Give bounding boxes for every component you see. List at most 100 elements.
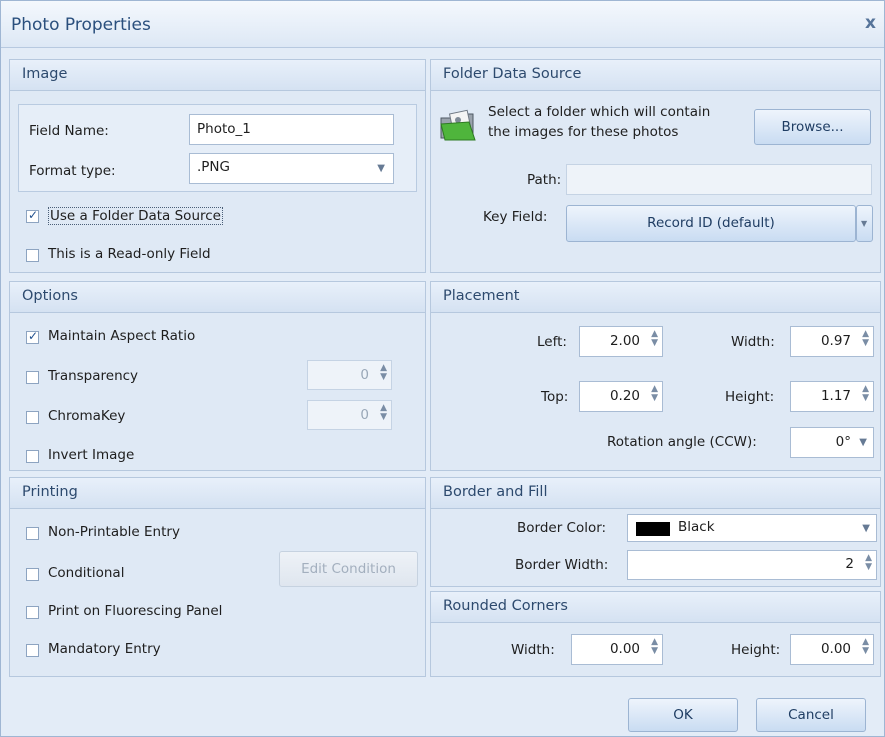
width-spinner[interactable]: 0.97 ▲ ▼ [790,326,874,357]
dialog-title: Photo Properties [11,15,151,35]
field-name-input[interactable]: Photo_1 [189,114,394,145]
maintain-aspect-checkbox[interactable] [26,329,39,344]
image-panel: Image Field Name: Photo_1 Format type: .… [9,59,426,273]
chevron-down-icon: ▼ [862,523,870,534]
invert-image-checkbox[interactable] [26,450,39,463]
transparency-checkbox[interactable] [26,371,39,384]
key-field-dropdown[interactable]: Record ID (default) [566,205,856,242]
folder-data-source-panel: Folder Data Source Select a folder which… [430,59,881,273]
format-type-select[interactable]: .PNG ▼ [189,153,394,184]
maintain-aspect-label: Maintain Aspect Ratio [48,328,196,344]
border-width-label: Border Width: [515,557,609,573]
spin-arrows-icon: ▲ ▼ [862,329,869,348]
left-value: 2.00 [609,333,640,349]
mandatory-label: Mandatory Entry [48,641,161,657]
rotation-select[interactable]: 0° ▼ [790,427,874,458]
mandatory-checkbox[interactable] [26,644,39,657]
options-panel-header: Options [10,282,425,313]
title-bar: Photo Properties x [1,1,884,48]
left-spinner[interactable]: 2.00 ▲ ▼ [579,326,663,357]
border-width-spinner[interactable]: 2 ▲ ▼ [627,550,877,580]
conditional-label: Conditional [48,565,125,581]
options-header: Options [22,288,78,304]
spin-arrows-icon: ▲ ▼ [862,384,869,403]
ok-button[interactable]: OK [628,698,738,732]
spin-arrows-icon: ▲ ▼ [865,553,872,572]
corners-header: Rounded Corners [443,598,568,614]
use-folder-label: Use a Folder Data Source [48,207,223,225]
image-fields-group: Field Name: Photo_1 Format type: .PNG ▼ [18,104,417,192]
folder-description-line1: Select a folder which will contain [488,104,711,120]
top-label: Top: [541,389,569,405]
field-name-label: Field Name: [29,123,109,139]
transparency-value: 0 [360,367,369,383]
use-folder-checkbox[interactable] [26,208,39,223]
fluorescing-checkbox[interactable] [26,606,39,619]
invert-image-label: Invert Image [48,447,135,463]
left-label: Left: [537,334,567,350]
width-label: Width: [731,334,775,350]
readonly-label: This is a Read-only Field [48,246,211,262]
chromakey-spinner[interactable]: 0 ▲ ▼ [307,400,392,430]
close-icon[interactable]: x [865,13,876,33]
chromakey-checkbox[interactable] [26,411,39,424]
path-label: Path: [527,172,562,188]
spin-arrows-icon: ▲ ▼ [380,403,387,422]
spin-arrows-icon: ▲ ▼ [651,637,658,656]
folder-photo-icon [439,108,479,144]
border-width-value: 2 [845,556,854,572]
height-value: 1.17 [820,388,851,404]
height-spinner[interactable]: 1.17 ▲ ▼ [790,381,874,412]
folder-panel-header: Folder Data Source [431,60,880,91]
readonly-checkbox[interactable] [26,249,39,262]
options-panel: Options Maintain Aspect Ratio Transparen… [9,281,426,471]
non-printable-checkbox[interactable] [26,527,39,540]
chevron-down-icon: ▼ [377,163,385,174]
corner-width-spinner[interactable]: 0.00 ▲ ▼ [571,634,663,665]
format-type-label: Format type: [29,163,116,179]
format-type-value: .PNG [197,159,230,175]
folder-header: Folder Data Source [443,66,582,82]
fluorescing-label: Print on Fluorescing Panel [48,603,223,619]
non-printable-label: Non-Printable Entry [48,524,180,540]
photo-properties-dialog: Photo Properties x Image Field Name: Pho… [0,0,885,737]
border-color-label: Border Color: [517,520,607,536]
printing-panel: Printing Non-Printable Entry Conditional… [9,477,426,677]
corner-width-label: Width: [511,642,555,658]
key-field-label: Key Field: [483,209,548,225]
placement-panel-header: Placement [431,282,880,313]
width-value: 0.97 [820,333,851,349]
corner-height-spinner[interactable]: 0.00 ▲ ▼ [790,634,874,665]
border-color-select[interactable]: Black ▼ [627,514,877,542]
color-swatch [636,522,670,536]
image-header: Image [22,66,68,82]
chromakey-value: 0 [360,407,369,423]
edit-condition-button[interactable]: Edit Condition [279,551,418,587]
spin-arrows-icon: ▲ ▼ [380,363,387,382]
transparency-spinner[interactable]: 0 ▲ ▼ [307,360,392,390]
chromakey-label: ChromaKey [48,408,126,424]
key-field-value: Record ID (default) [647,215,775,231]
browse-button[interactable]: Browse... [754,109,871,145]
border-header: Border and Fill [443,484,548,500]
placement-header: Placement [443,288,520,304]
corner-width-value: 0.00 [609,641,640,657]
border-color-value: Black [678,519,715,535]
top-value: 0.20 [609,388,640,404]
corner-height-value: 0.00 [820,641,851,657]
conditional-checkbox[interactable] [26,568,39,581]
spin-arrows-icon: ▲ ▼ [862,637,869,656]
path-input[interactable] [566,164,872,195]
key-field-dropdown-arrow[interactable]: ▼ [856,205,873,242]
field-name-value: Photo_1 [197,121,251,137]
spin-arrows-icon: ▲ ▼ [651,329,658,348]
placement-panel: Placement Left: 2.00 ▲ ▼ Width: 0.97 ▲ ▼ T… [430,281,881,471]
top-spinner[interactable]: 0.20 ▲ ▼ [579,381,663,412]
image-panel-header: Image [10,60,425,91]
corners-panel-header: Rounded Corners [431,592,880,623]
folder-description-line2: the images for these photos [488,124,679,140]
border-panel-header: Border and Fill [431,478,880,509]
rotation-value: 0° [835,434,851,450]
cancel-button[interactable]: Cancel [756,698,866,732]
chevron-down-icon: ▼ [859,437,867,448]
